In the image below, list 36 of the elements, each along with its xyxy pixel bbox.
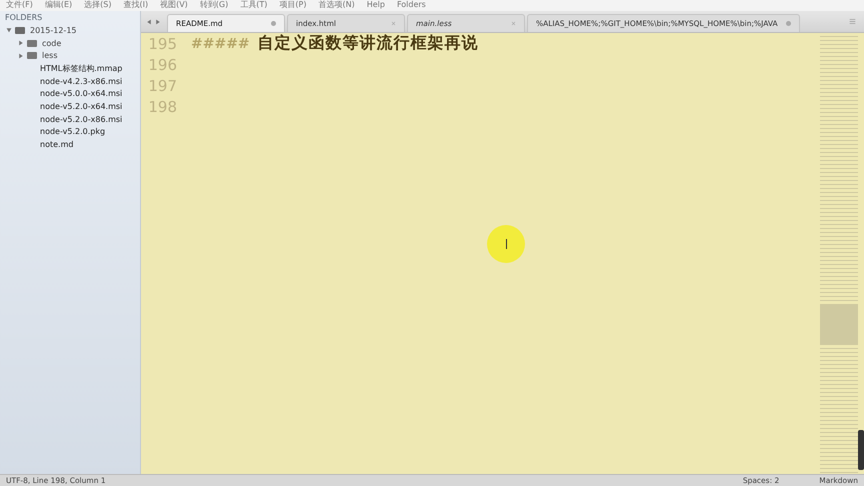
file-name[interactable]: HTML标签结构.mmap <box>40 62 122 74</box>
menu-item[interactable]: 首选项(N) <box>318 0 355 11</box>
sidebar-title: FOLDERS <box>4 13 42 24</box>
file-name[interactable]: node-v5.2.0.pkg <box>40 127 106 136</box>
close-icon[interactable] <box>511 21 516 26</box>
expand-arrow-icon[interactable] <box>18 52 24 59</box>
menu-item[interactable]: 文件(F) <box>6 0 33 11</box>
folder-name[interactable]: less <box>42 51 58 60</box>
menu-item[interactable]: Help <box>366 0 385 11</box>
file-name[interactable]: node-v5.0.0-x64.msi <box>40 89 122 98</box>
modified-dot-icon <box>786 21 791 26</box>
expand-arrow-icon[interactable] <box>18 40 24 46</box>
menu-item[interactable]: 工具(T) <box>240 0 268 11</box>
menu-item[interactable]: 转到(G) <box>200 0 228 11</box>
menu-item[interactable]: 视图(V) <box>160 0 188 11</box>
heading-text: 自定义函数等讲流行框架再说 <box>258 33 479 54</box>
menu-item[interactable]: 编辑(E) <box>44 0 72 11</box>
menu-item[interactable]: 选择(S) <box>84 0 112 11</box>
modified-dot-icon <box>271 21 276 26</box>
menu-item[interactable]: Folders <box>396 0 426 11</box>
menu-item[interactable]: 项目(P) <box>279 0 306 11</box>
scroll-right-icon[interactable] <box>154 18 160 24</box>
menu-icon[interactable] <box>849 18 856 25</box>
expand-arrow-icon[interactable] <box>6 27 12 34</box>
folder-name[interactable]: 2015-12-15 <box>30 26 76 35</box>
folder-name[interactable]: code <box>42 38 62 48</box>
close-icon[interactable] <box>391 21 396 26</box>
heading-marker: ##### <box>191 36 250 52</box>
file-name[interactable]: node-v4.2.3-x86.msi <box>40 76 122 86</box>
scrollbar-thumb[interactable] <box>858 430 864 470</box>
scroll-left-icon[interactable] <box>146 18 152 24</box>
file-name[interactable]: node-v5.2.0-x86.msi <box>40 114 122 124</box>
file-name[interactable]: node-v5.2.0-x64.msi <box>40 102 122 111</box>
menu-item[interactable]: 查找(I) <box>123 0 148 11</box>
file-name[interactable]: note.md <box>40 140 74 150</box>
cursor-highlight-icon <box>487 225 525 263</box>
